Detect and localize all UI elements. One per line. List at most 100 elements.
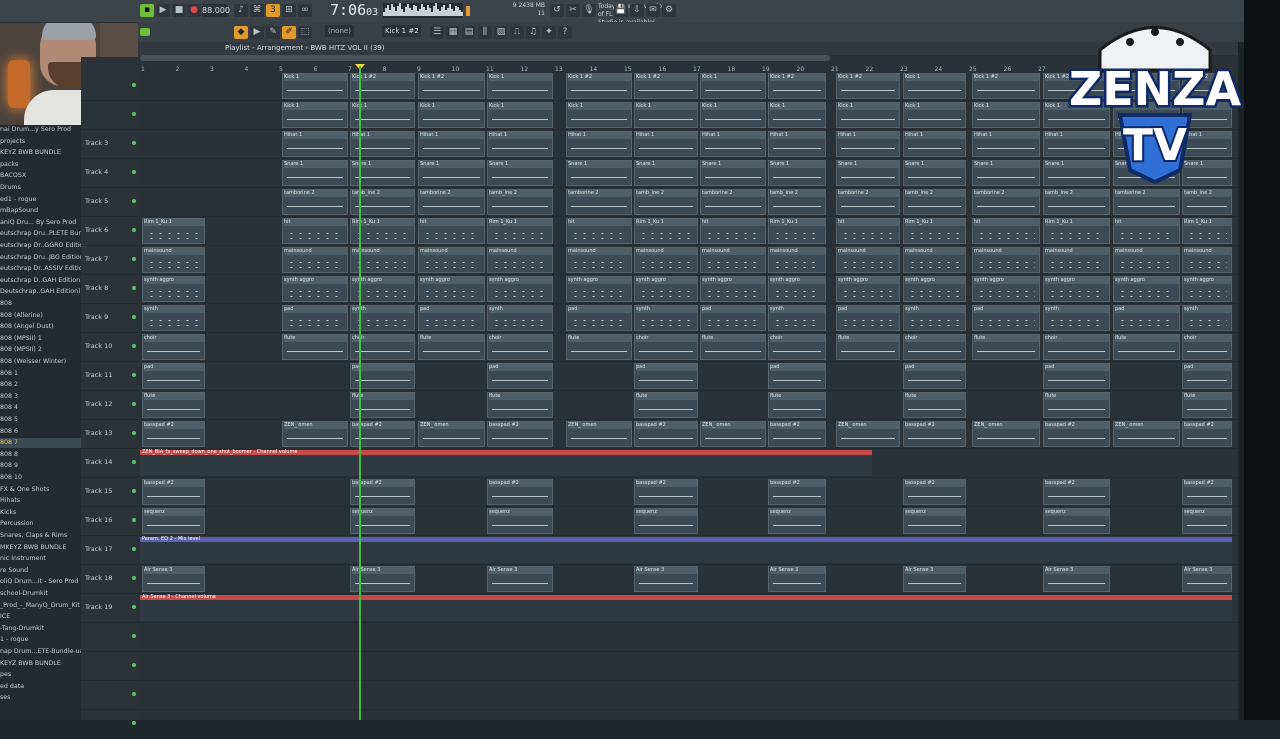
blend-notes-icon[interactable]: ⊞ — [282, 4, 296, 17]
browser-item[interactable]: Percussion — [0, 519, 81, 529]
pattern-clip[interactable]: Rim 1_Ku 1 — [903, 218, 966, 244]
pattern-clip[interactable]: synth aggro — [1113, 276, 1180, 302]
pattern-clip[interactable]: basspad #2 — [903, 479, 966, 505]
pattern-clip[interactable]: Kick 1 #2 — [634, 73, 698, 99]
track-mute-led-icon[interactable] — [132, 141, 136, 145]
play-button[interactable]: ▶ — [156, 4, 170, 17]
pattern-clip[interactable]: choir — [142, 334, 205, 360]
pattern-clip[interactable]: ZEN_ omen — [700, 421, 766, 447]
pattern-clip[interactable]: pad — [634, 363, 698, 389]
pattern-clip[interactable]: flute — [903, 392, 966, 418]
pattern-clip[interactable]: Snare 1 — [700, 160, 766, 186]
pattern-clip[interactable]: Hihat 1 — [566, 131, 632, 157]
pattern-clip[interactable]: Kick 1 — [418, 102, 485, 128]
metronome-icon[interactable]: ♪ — [234, 4, 248, 17]
pattern-clip[interactable]: pad — [142, 363, 205, 389]
save-icon[interactable]: 💾 — [614, 4, 628, 17]
track-header[interactable]: Track 13 — [81, 420, 139, 449]
pattern-clip[interactable]: Rim 1_Ku 1 — [1182, 218, 1232, 244]
automation-clip[interactable]: ZEN_BIA_fx_sweep_down_one_shot_boomer - … — [140, 449, 872, 476]
pattern-clip[interactable]: Air Sense 3 — [903, 566, 966, 592]
pattern-clip[interactable]: basspad #2 — [487, 479, 553, 505]
pattern-clip[interactable]: Kick 1 — [634, 102, 698, 128]
pattern-clip[interactable]: choir — [768, 334, 826, 360]
pattern-clip[interactable]: ZEN_ omen — [1113, 421, 1180, 447]
track-mute-led-icon[interactable] — [132, 373, 136, 377]
touch-keyboard-icon[interactable]: ♫ — [526, 26, 540, 39]
pattern-clip[interactable]: sequenz — [1043, 508, 1110, 534]
pattern-clip[interactable]: synth aggro — [903, 276, 966, 302]
automation-clip[interactable]: Param. EQ 2 - Mix level — [140, 536, 1232, 563]
browser-item[interactable]: MKEYZ BWB BUNDLE — [0, 543, 81, 553]
track-mute-led-icon[interactable] — [132, 721, 136, 725]
render-icon[interactable]: ⇩ — [630, 4, 644, 17]
pattern-clip[interactable]: pad — [836, 305, 900, 331]
pattern-clip[interactable]: Kick 1 — [700, 73, 766, 99]
browser-item[interactable]: ICE — [0, 612, 81, 622]
pattern-clip[interactable]: tamb_ine 2 — [768, 189, 826, 215]
pattern-clip[interactable]: Rim 1_Ku 1 — [487, 218, 553, 244]
pattern-clip[interactable]: Snare 1 — [768, 160, 826, 186]
pattern-clip[interactable]: Hihat 1 — [418, 131, 485, 157]
pattern-clip[interactable]: Hihat 1 — [282, 131, 348, 157]
track-header[interactable]: Track 6 — [81, 217, 139, 246]
browser-item[interactable]: 808 10 — [0, 473, 81, 483]
wait-input-icon[interactable]: ⌘ — [250, 4, 264, 17]
pattern-clip[interactable]: Kick 1 #2 — [972, 73, 1040, 99]
pattern-clip[interactable]: pad — [700, 305, 766, 331]
pattern-clip[interactable]: mainsound — [972, 247, 1040, 273]
pattern-clip[interactable]: Kick 1 — [903, 73, 966, 99]
pattern-clip[interactable]: synth aggro — [700, 276, 766, 302]
track-mute-led-icon[interactable] — [132, 634, 136, 638]
pattern-clip[interactable]: choir — [634, 334, 698, 360]
pattern-clip[interactable]: Snare 1 — [418, 160, 485, 186]
track-mute-led-icon[interactable] — [132, 460, 136, 464]
browser-item[interactable]: aniQ Dru... By Sero Prod — [0, 218, 81, 228]
master-pitch-icon[interactable] — [140, 28, 150, 36]
pattern-clip[interactable]: sequenz — [1182, 508, 1232, 534]
track-mute-led-icon[interactable] — [132, 489, 136, 493]
browser-item[interactable]: eutschrap Dru..JBG Edition) — [0, 253, 81, 263]
snap-select[interactable]: (none) — [325, 25, 354, 37]
pattern-clip[interactable]: Kick 1 — [836, 102, 900, 128]
browser-item[interactable]: eutschrap D..GAH Edition) — [0, 276, 81, 286]
pattern-clip[interactable]: mainsound — [836, 247, 900, 273]
browser-item[interactable]: -Tang-Drumkit — [0, 624, 81, 634]
track-mute-led-icon[interactable] — [132, 576, 136, 580]
track-mute-led-icon[interactable] — [132, 663, 136, 667]
browser-item[interactable]: BACOSX — [0, 171, 81, 181]
pattern-clip[interactable]: tamborine 2 — [700, 189, 766, 215]
browser-item[interactable]: nai Drum...y Sero Prod — [0, 125, 81, 135]
pattern-clip[interactable]: synth aggro — [768, 276, 826, 302]
browser-item[interactable]: mBapSound — [0, 206, 81, 216]
browser-item[interactable]: 808 5 — [0, 415, 81, 425]
snap-toggle-icon[interactable]: ◆ — [234, 26, 248, 39]
pattern-clip[interactable]: pad — [903, 363, 966, 389]
track-header[interactable]: Track 18 — [81, 565, 139, 594]
pattern-clip[interactable]: Kick 1 — [566, 102, 632, 128]
pattern-clip[interactable]: mainsound — [768, 247, 826, 273]
track-header[interactable]: Track 8 — [81, 275, 139, 304]
track-header[interactable]: Track 11 — [81, 362, 139, 391]
pattern-clip[interactable]: tamb_ine 2 — [1182, 189, 1232, 215]
track-mute-led-icon[interactable] — [132, 431, 136, 435]
pattern-clip[interactable]: Kick 1 #2 — [418, 73, 485, 99]
browser-item[interactable]: Deutschrap..GAH Edition) — [0, 287, 81, 297]
mic-icon[interactable]: 🎙 — [582, 4, 596, 17]
pin-icon[interactable]: ✦ — [542, 26, 556, 39]
browser-item[interactable]: Drums — [0, 183, 81, 193]
browser-item[interactable]: eutschrap Dr..GGRO Edition) — [0, 241, 81, 251]
pattern-clip[interactable]: tamborine 2 — [566, 189, 632, 215]
pattern-clip[interactable]: tamb_ine 2 — [487, 189, 553, 215]
browser-item[interactable]: FX & One Shots — [0, 485, 81, 495]
pattern-clip[interactable]: Hihat 1 — [487, 131, 553, 157]
chat-icon[interactable]: ✉ — [646, 4, 660, 17]
browser-item[interactable]: packs — [0, 160, 81, 170]
browser-item[interactable]: Snares, Claps & Rims — [0, 531, 81, 541]
pattern-clip[interactable]: Rim 1_Ku 1 — [634, 218, 698, 244]
browser-item[interactable]: 808 (Allerine) — [0, 311, 81, 321]
pattern-clip[interactable]: Hihat 1 — [972, 131, 1040, 157]
browser-item[interactable]: ed data — [0, 682, 81, 692]
pattern-clip[interactable]: Rim 1_Ku 1 — [142, 218, 205, 244]
track-header[interactable]: Track 15 — [81, 478, 139, 507]
